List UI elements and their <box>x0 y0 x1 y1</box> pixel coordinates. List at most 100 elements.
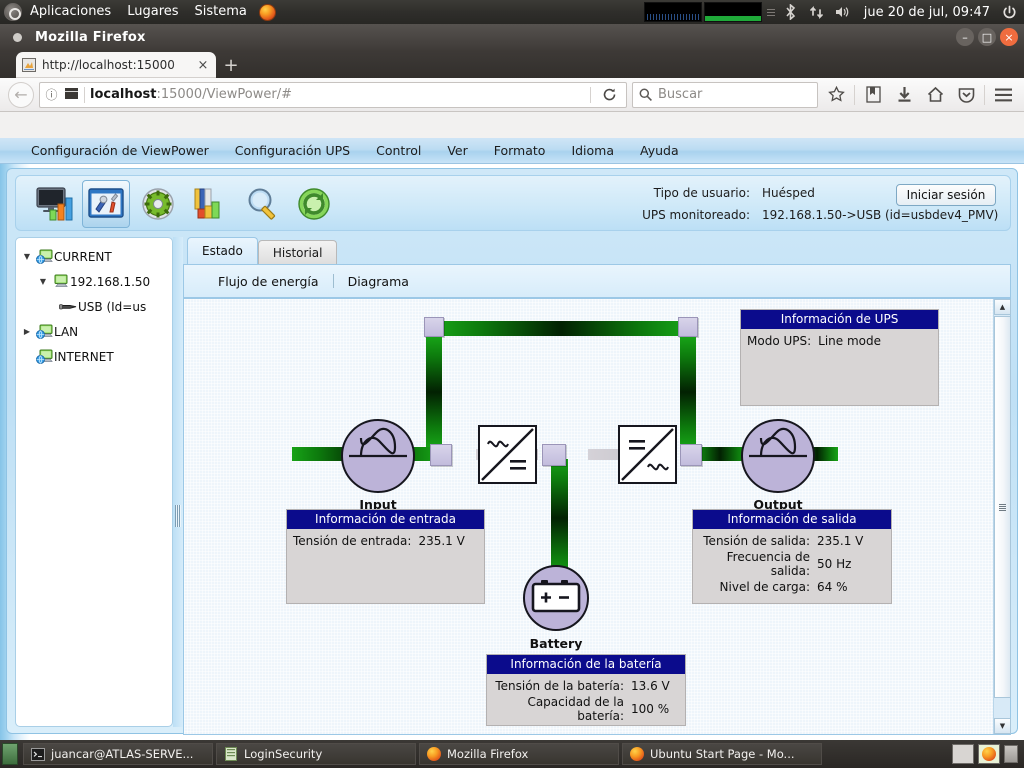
tree-item-internet[interactable]: INTERNET <box>16 344 172 369</box>
power-icon[interactable] <box>998 0 1020 24</box>
tree-item-lan[interactable]: ▶ LAN <box>16 319 172 344</box>
close-button[interactable]: × <box>1000 28 1018 46</box>
panel-splitter[interactable] <box>173 237 183 727</box>
pocket-icon[interactable] <box>953 82 979 108</box>
trash-icon[interactable] <box>1004 745 1018 763</box>
chevron-right-icon[interactable]: ▶ <box>20 327 34 336</box>
panel-menu-aplicaciones[interactable]: Aplicaciones <box>22 0 119 24</box>
menu-configuracion-ups[interactable]: Configuración UPS <box>222 138 363 164</box>
folder-icon <box>224 747 238 761</box>
ups-mode-row: Modo UPS: Line mode <box>741 329 938 352</box>
taskbar-item-firefox[interactable]: Mozilla Firefox <box>419 743 619 765</box>
menu-ayuda[interactable]: Ayuda <box>627 138 692 164</box>
browser-tab[interactable]: http://localhost:15000 × <box>16 52 216 78</box>
login-button[interactable]: Iniciar sesión <box>896 184 996 206</box>
search-magnifier-icon[interactable] <box>238 180 286 228</box>
flow-bar-battery <box>551 459 568 577</box>
chevron-down-icon-2[interactable]: ▼ <box>36 277 50 286</box>
battery-info-panel: Información de la batería Tensión de la … <box>486 654 686 726</box>
ups-settings-icon[interactable] <box>82 180 130 228</box>
downloads-icon[interactable] <box>891 82 917 108</box>
network-graph-icon[interactable] <box>703 2 762 22</box>
panel-menu-sistema[interactable]: Sistema <box>187 0 255 24</box>
firefox-icon[interactable] <box>258 3 276 21</box>
refresh-icon[interactable] <box>290 180 338 228</box>
panel-clock[interactable]: jue 20 de jul, 09:47 <box>856 5 998 20</box>
menu-idioma[interactable]: Idioma <box>558 138 627 164</box>
workspace-switcher-1[interactable] <box>952 744 974 764</box>
menu-ver[interactable]: Ver <box>434 138 480 164</box>
flow-bar-right-vertical <box>680 337 696 447</box>
navbar-divider-2 <box>984 84 985 105</box>
tree-item-label-4: LAN <box>54 324 79 339</box>
tab-close-icon[interactable]: × <box>196 58 210 73</box>
monitor-chart-icon[interactable] <box>30 180 78 228</box>
ups-monitored-label: UPS monitoreado: <box>642 208 750 222</box>
menu-formato[interactable]: Formato <box>481 138 559 164</box>
back-icon[interactable]: ← <box>8 81 34 108</box>
desktop-taskbar: juancar@ATLAS-SERVE... LoginSecurity Moz… <box>0 740 1024 768</box>
device-tree[interactable]: ▼ CURRENT ▼ 192.168.1.50 USB (Id=us ▶ LA… <box>15 237 173 727</box>
menu-control[interactable]: Control <box>363 138 434 164</box>
url-divider-2 <box>590 86 591 103</box>
minimize-button[interactable]: – <box>956 28 974 46</box>
output-voltage-label: Tensión de salida: <box>703 533 810 548</box>
input-voltage-label: Tensión de entrada: <box>293 533 412 548</box>
gear-icon[interactable] <box>134 180 182 228</box>
panel-menu-lugares[interactable]: Lugares <box>119 0 186 24</box>
scroll-up-button[interactable]: ▲ <box>994 299 1011 315</box>
ubuntu-logo-icon[interactable] <box>4 3 22 21</box>
input-voltage-value: 235.1 V <box>418 533 465 548</box>
subtab-flujo-de-energia[interactable]: Flujo de energía <box>204 274 333 289</box>
volume-icon[interactable] <box>830 0 856 24</box>
network-indicator-icon[interactable] <box>804 0 830 24</box>
tab-favicon-icon <box>22 58 36 72</box>
diagram-scrollbar[interactable]: ▲ ▼ <box>993 299 1011 734</box>
library-icon[interactable] <box>860 82 886 108</box>
new-tab-button[interactable]: + <box>216 52 246 78</box>
tab-historial[interactable]: Historial <box>257 240 338 264</box>
scroll-down-button[interactable]: ▼ <box>994 718 1011 734</box>
report-chart-icon[interactable] <box>186 180 234 228</box>
menu-configuracion-viewpower[interactable]: Configuración de ViewPower <box>18 138 222 164</box>
navbar-divider <box>854 84 855 105</box>
output-load-value: 64 % <box>817 579 848 594</box>
workspace-switcher-2[interactable] <box>978 744 1000 764</box>
cpu-graph-icon[interactable] <box>643 2 702 22</box>
url-bar[interactable]: ⓘ localhost:15000/ViewPower/# <box>39 81 627 108</box>
taskbar-item-ubuntu-start-page[interactable]: Ubuntu Start Page - Mo... <box>622 743 822 765</box>
reload-icon[interactable] <box>596 83 622 107</box>
home-icon[interactable] <box>922 82 948 108</box>
url-host: localhost <box>90 87 157 102</box>
window-menu-icon[interactable] <box>13 32 22 42</box>
maximize-button[interactable]: □ <box>978 28 996 46</box>
input-voltage-row: Tensión de entrada: 235.1 V <box>287 529 484 552</box>
tab-estado[interactable]: Estado <box>187 237 258 264</box>
tree-item-label-5: INTERNET <box>54 349 114 364</box>
bluetooth-icon[interactable] <box>778 0 804 24</box>
taskbar-item-loginsecurity[interactable]: LoginSecurity <box>216 743 416 765</box>
flow-node-inverter-out <box>680 444 702 466</box>
search-placeholder: Buscar <box>658 87 703 102</box>
taskbar-item-terminal[interactable]: juancar@ATLAS-SERVE... <box>23 743 213 765</box>
power-flow-diagram[interactable]: Input Output Battery Información de UPS … <box>184 299 993 734</box>
firefox-tabstrip: http://localhost:15000 × + <box>0 50 1024 78</box>
ups-info-panel: Información de UPS Modo UPS: Line mode <box>740 309 939 406</box>
reader-icon[interactable] <box>64 87 79 102</box>
show-desktop-button[interactable] <box>2 743 18 765</box>
ups-mode-label: Modo UPS: <box>747 333 812 348</box>
scrollbar-thumb[interactable] <box>994 316 1011 698</box>
tray-grip-icon <box>766 2 775 22</box>
hamburger-menu-icon[interactable] <box>990 82 1016 108</box>
tree-item-192-168-1-50[interactable]: ▼ 192.168.1.50 <box>16 269 172 294</box>
tree-item-current[interactable]: ▼ CURRENT <box>16 244 172 269</box>
info-icon[interactable]: ⓘ <box>44 86 59 103</box>
chevron-down-icon[interactable]: ▼ <box>20 252 34 261</box>
subtab-diagrama[interactable]: Diagrama <box>334 274 423 289</box>
search-input[interactable]: Buscar <box>632 81 818 108</box>
taskbar-item-label: juancar@ATLAS-SERVE... <box>51 747 194 761</box>
tree-item-usb[interactable]: USB (Id=us <box>16 294 172 319</box>
bookmark-star-icon[interactable] <box>823 82 849 108</box>
network-computer-icon-2 <box>34 324 54 339</box>
battery-voltage-label: Tensión de la batería: <box>495 678 624 693</box>
